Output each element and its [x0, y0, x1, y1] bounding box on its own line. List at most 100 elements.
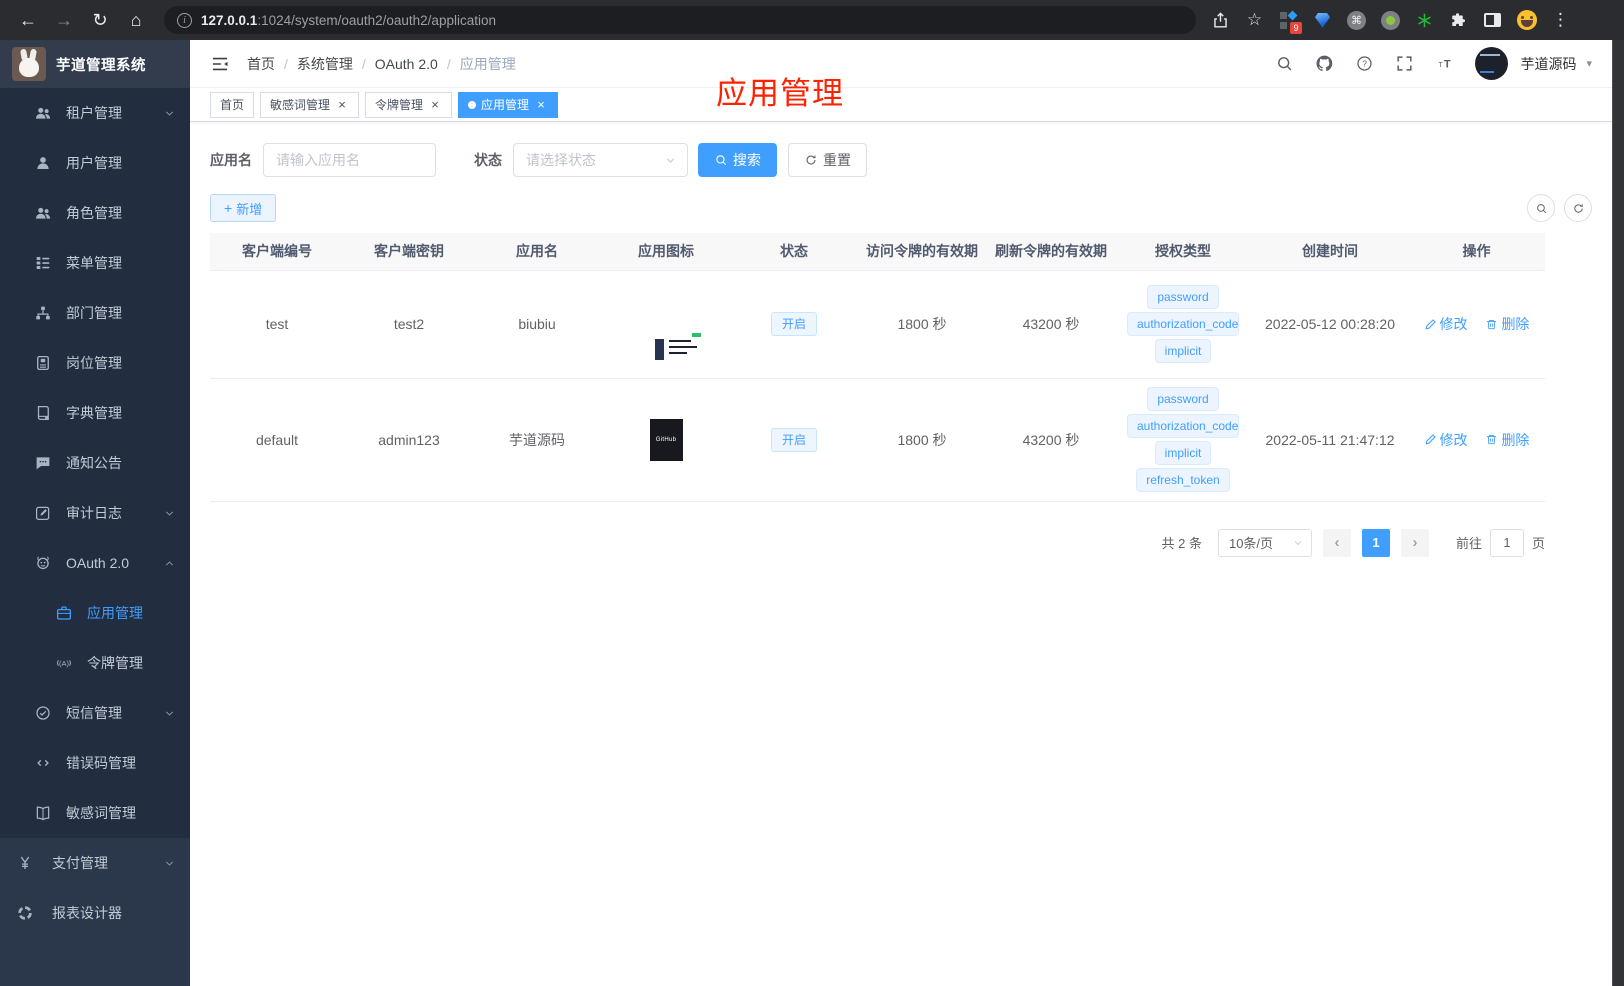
browser-forward-icon[interactable]: → [48, 4, 80, 36]
trash-icon [1485, 318, 1498, 331]
page-size-select[interactable]: 10条/页 [1217, 528, 1312, 557]
app-frame: 芋道管理系统 租户管理 用户管理 角色管理 菜单管理 部门管理 岗位管理 字典管… [0, 40, 1612, 986]
cell-client-secret: admin123 [344, 378, 474, 502]
tab-home[interactable]: 首页 [210, 91, 255, 118]
extension-record-icon[interactable] [1380, 10, 1401, 31]
table-search-button[interactable] [1527, 194, 1555, 222]
applications-table: 客户端编号 客户端密钥 应用名 应用图标 状态 访问令牌的有效期 刷新令牌的有效… [210, 233, 1545, 502]
font-size-icon[interactable] [1435, 54, 1454, 73]
edit-link[interactable]: 修改 [1424, 314, 1468, 334]
browser-reload-icon[interactable]: ↻ [84, 4, 116, 36]
tab-application[interactable]: 应用管理 × [458, 91, 559, 118]
logo-avatar [12, 47, 46, 81]
chevron-down-icon [664, 154, 677, 167]
page-content: 应用名 状态 请选择状态 搜索 重置 [190, 122, 1612, 986]
circle-check-icon [34, 704, 52, 722]
sidebar-menu: 租户管理 用户管理 角色管理 菜单管理 部门管理 岗位管理 字典管理 通知公告 … [0, 88, 190, 986]
cell-status: 开启 [732, 270, 856, 379]
tab-token[interactable]: 令牌管理 × [365, 91, 453, 118]
reset-button[interactable]: 重置 [788, 143, 867, 177]
table-row: default admin123 芋道源码 GitHub 开启 1800 秒 4… [210, 378, 1545, 502]
extension-green-star-icon[interactable] [1414, 10, 1435, 31]
extension-command-icon[interactable]: ⌘ [1346, 10, 1367, 31]
browser-actions: ☆ 9 ⌘ ⋮ [1210, 10, 1571, 34]
table-toolbar: + 新增 [210, 194, 1592, 222]
sidebar-item-sensitive[interactable]: 敏感词管理 [0, 788, 190, 838]
breadcrumb-system[interactable]: 系统管理 [297, 54, 353, 74]
sidebar-item-role[interactable]: 角色管理 [0, 188, 190, 238]
sidebar-item-post[interactable]: 岗位管理 [0, 338, 190, 388]
extension-blocks-icon[interactable]: 9 [1278, 10, 1302, 34]
bookmark-star-icon[interactable]: ☆ [1244, 10, 1265, 31]
breadcrumb-home[interactable]: 首页 [247, 54, 275, 74]
user-name[interactable]: 芋道源码 [1520, 54, 1576, 74]
cell-client-id: test [210, 270, 344, 379]
sidebar-item-errcode[interactable]: 错误码管理 [0, 738, 190, 788]
sidebar-item-pay[interactable]: 支付管理 [0, 838, 190, 888]
sidebar-item-tenant[interactable]: 租户管理 [0, 88, 190, 138]
active-tab-dot [468, 100, 477, 109]
address-bar[interactable]: i 127.0.0.1:1024/system/oauth2/oauth2/ap… [164, 6, 1196, 34]
add-button[interactable]: + 新增 [210, 194, 277, 222]
profile-avatar-icon[interactable] [1516, 10, 1537, 31]
table-header-row: 客户端编号 客户端密钥 应用名 应用图标 状态 访问令牌的有效期 刷新令牌的有效… [210, 233, 1545, 271]
share-icon[interactable] [1210, 10, 1231, 31]
close-icon[interactable]: × [534, 98, 548, 112]
browser-scrollbar[interactable] [1612, 40, 1624, 986]
delete-link[interactable]: 删除 [1485, 430, 1529, 450]
sidebar-item-menu[interactable]: 菜单管理 [0, 238, 190, 288]
extensions-puzzle-icon[interactable] [1448, 10, 1469, 31]
status-select[interactable]: 请选择状态 [513, 143, 688, 177]
sidebar-item-notice[interactable]: 通知公告 [0, 438, 190, 488]
user-avatar[interactable] [1475, 47, 1509, 80]
cell-app-icon: GitHub [600, 378, 732, 502]
table-row: test test2 biubiu 开启 1800 秒 43200 秒 pass… [210, 270, 1545, 379]
browser-back-icon[interactable]: ← [12, 4, 44, 36]
sidebar-collapse-icon[interactable] [210, 54, 230, 74]
sidebar-item-oauth[interactable]: OAuth 2.0 [0, 538, 190, 588]
search-icon[interactable] [1275, 54, 1294, 73]
col-refresh-ttl: 刷新令牌的有效期 [988, 233, 1114, 271]
url-path: :1024/system/oauth2/oauth2/application [257, 12, 496, 28]
caret-down-icon[interactable]: ▾ [1586, 57, 1592, 70]
sidebar-item-dept[interactable]: 部门管理 [0, 288, 190, 338]
col-grant-types: 授权类型 [1114, 233, 1252, 271]
close-icon[interactable]: × [428, 98, 442, 112]
breadcrumb-oauth[interactable]: OAuth 2.0 [375, 56, 438, 72]
extension-gem-icon[interactable] [1312, 10, 1333, 31]
sidebar-item-oauth-app[interactable]: 应用管理 [0, 588, 190, 638]
prev-page-button[interactable]: ‹ [1322, 528, 1351, 557]
goto-label: 前往 [1455, 536, 1482, 551]
edit-log-icon [34, 504, 52, 522]
browser-menu-icon[interactable]: ⋮ [1550, 10, 1571, 31]
github-icon[interactable] [1315, 54, 1334, 73]
fullscreen-icon[interactable] [1395, 54, 1414, 73]
red-annotation-text: 应用管理 [716, 76, 844, 111]
col-client-secret: 客户端密钥 [344, 233, 474, 271]
search-button[interactable]: 搜索 [698, 143, 777, 177]
sidebar-item-oauth-token[interactable]: 令牌管理 [0, 638, 190, 688]
grant-type-tag: password [1147, 387, 1219, 411]
browser-home-icon[interactable]: ⌂ [120, 4, 152, 36]
cell-client-id: default [210, 378, 344, 502]
cell-app-name: 芋道源码 [474, 378, 600, 502]
sidebar-item-dict[interactable]: 字典管理 [0, 388, 190, 438]
page-suffix: 页 [1531, 536, 1545, 551]
col-access-ttl: 访问令牌的有效期 [856, 233, 988, 271]
app-name-input[interactable] [263, 143, 436, 177]
sidebar-item-sms[interactable]: 短信管理 [0, 688, 190, 738]
goto-page-input[interactable] [1489, 528, 1524, 557]
delete-link[interactable]: 删除 [1485, 314, 1529, 334]
tab-sensitive[interactable]: 敏感词管理 × [260, 91, 360, 118]
sidebar-item-audit[interactable]: 审计日志 [0, 488, 190, 538]
site-info-icon[interactable]: i [177, 12, 192, 28]
sidebar-item-report[interactable]: 报表设计器 [0, 888, 190, 938]
table-refresh-button[interactable] [1564, 194, 1592, 222]
help-icon[interactable] [1355, 54, 1374, 73]
next-page-button[interactable]: › [1400, 528, 1429, 557]
edit-link[interactable]: 修改 [1424, 430, 1468, 450]
close-icon[interactable]: × [335, 98, 349, 112]
side-panel-icon[interactable] [1482, 10, 1503, 31]
sidebar-item-user[interactable]: 用户管理 [0, 138, 190, 188]
current-page[interactable]: 1 [1361, 528, 1390, 557]
